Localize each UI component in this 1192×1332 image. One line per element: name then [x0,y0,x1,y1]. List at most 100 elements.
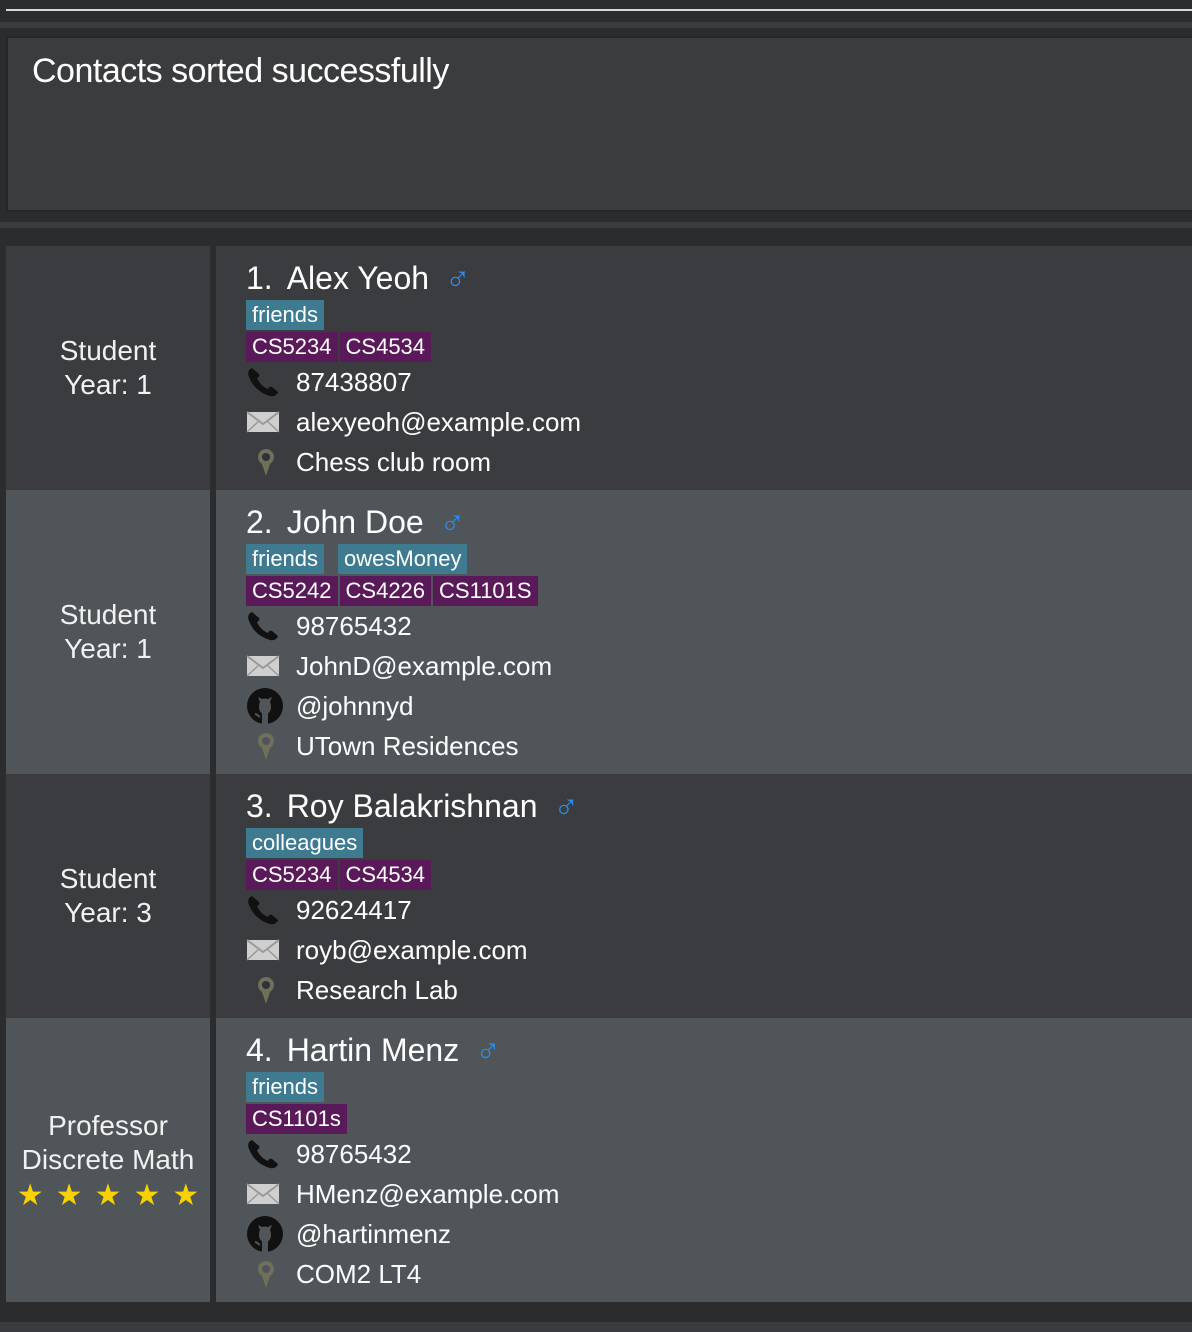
location-pin-icon [246,444,286,480]
star-icon: ★ [94,1179,122,1212]
male-icon: ♂ [475,1030,501,1069]
module-chip: CS5234 [246,332,338,362]
location-row: UTown Residences [246,726,1192,766]
location-row: Research Lab [246,970,1192,1010]
phone-icon [246,608,286,644]
tag-chip: friends [246,1072,325,1102]
contact-details: 1. Alex Yeoh ♂ friends CS5234 CS4534 874… [216,246,1192,490]
star-icon: ★ [172,1179,200,1212]
github-row: @hartinmenz [246,1214,1192,1254]
result-display: Contacts sorted successfully [6,36,1192,212]
phone-icon [246,892,286,928]
location-text: Research Lab [296,974,458,1005]
module-chip: CS5234 [246,860,338,890]
splitter[interactable] [0,22,1192,28]
role-panel: Student Year: 1 [6,490,210,774]
contact-index: 1. [246,259,273,296]
male-icon: ♂ [439,502,466,541]
status-bar [0,1322,1192,1332]
role-panel: Student Year: 1 [6,246,210,490]
email-address: JohnD@example.com [296,650,553,681]
contact-name: Alex Yeoh [286,259,430,296]
module-chip: CS4534 [339,332,432,362]
role-detail: Discrete Math [21,1144,195,1175]
email-icon [246,932,286,968]
role-detail: Year: 1 [64,369,152,400]
contact-list[interactable]: Student Year: 1 1. Alex Yeoh ♂ friends C… [6,246,1192,1302]
contact-card[interactable]: Student Year: 1 1. Alex Yeoh ♂ friends C… [6,246,1192,490]
result-message: Contacts sorted successfully [32,52,449,90]
tag-chip: friends [246,544,325,574]
location-row: Chess club room [246,442,1192,482]
contact-card[interactable]: Professor Discrete Math ★ ★ ★ ★ ★ 4. Har… [6,1018,1192,1302]
star-icon: ★ [133,1179,161,1212]
male-icon: ♂ [445,258,471,297]
contact-details: 2. John Doe ♂ friends owesMoney CS5242 C… [216,490,1192,774]
contact-card[interactable]: Student Year: 1 2. John Doe ♂ friends ow… [6,490,1192,774]
tag-chip: owesMoney [338,544,468,574]
contact-card[interactable]: Student Year: 3 3. Roy Balakrishnan ♂ co… [6,774,1192,1018]
phone-number: 92624417 [296,894,412,925]
email-address: alexyeoh@example.com [296,406,582,437]
module-chip: CS5242 [246,576,338,606]
phone-icon [246,364,286,400]
contact-name: Roy Balakrishnan [286,787,538,824]
github-handle: @johnnyd [296,690,414,721]
module-chip: CS4226 [339,576,432,606]
module-chip: CS1101S [433,576,538,606]
module-chip: CS4534 [339,860,432,890]
tag-chip: colleagues [246,828,364,858]
github-row: @johnnyd [246,686,1192,726]
location-text: Chess club room [296,446,492,477]
email-icon [246,404,286,440]
email-row: alexyeoh@example.com [246,402,1192,442]
contact-details: 4. Hartin Menz ♂ friends CS1101s 9876543… [216,1018,1192,1302]
email-row: HMenz@example.com [246,1174,1192,1214]
role-detail: Year: 3 [64,897,152,928]
email-icon [246,1176,286,1212]
role-title: Professor [48,1110,168,1141]
email-row: royb@example.com [246,930,1192,970]
splitter[interactable] [0,222,1192,228]
phone-row: 87438807 [246,362,1192,402]
contact-index: 2. [246,503,273,540]
role-title: Student [59,863,157,894]
email-icon [246,648,286,684]
star-icon: ★ [55,1179,83,1212]
email-address: royb@example.com [296,934,528,965]
phone-row: 92624417 [246,890,1192,930]
contact-details: 3. Roy Balakrishnan ♂ colleagues CS5234 … [216,774,1192,1018]
rating-stars: ★ ★ ★ ★ ★ [17,1181,200,1211]
location-pin-icon [246,972,286,1008]
contact-name: Hartin Menz [286,1031,460,1068]
phone-number: 98765432 [296,1138,412,1169]
contact-name: John Doe [286,503,424,540]
github-icon [246,688,286,724]
github-icon [246,1216,286,1252]
phone-number: 98765432 [296,610,412,641]
location-row: COM2 LT4 [246,1254,1192,1294]
phone-number: 87438807 [296,366,412,397]
contact-index: 3. [246,787,273,824]
tag-chip: friends [246,300,325,330]
location-pin-icon [246,728,286,764]
email-address: HMenz@example.com [296,1178,560,1209]
phone-row: 98765432 [246,1134,1192,1174]
github-handle: @hartinmenz [296,1218,452,1249]
location-text: UTown Residences [296,730,519,761]
star-icon: ★ [16,1179,44,1212]
email-row: JohnD@example.com [246,646,1192,686]
role-title: Student [59,599,157,630]
role-detail: Year: 1 [64,633,152,664]
role-panel: Professor Discrete Math ★ ★ ★ ★ ★ [6,1018,210,1302]
male-icon: ♂ [553,786,579,825]
role-title: Student [59,335,157,366]
top-toolbar-area [0,0,1192,24]
phone-icon [246,1136,286,1172]
module-chip: CS1101s [246,1104,347,1134]
location-pin-icon [246,1256,286,1292]
command-box-underline [6,9,1192,11]
phone-row: 98765432 [246,606,1192,646]
role-panel: Student Year: 3 [6,774,210,1018]
location-text: COM2 LT4 [296,1258,422,1289]
